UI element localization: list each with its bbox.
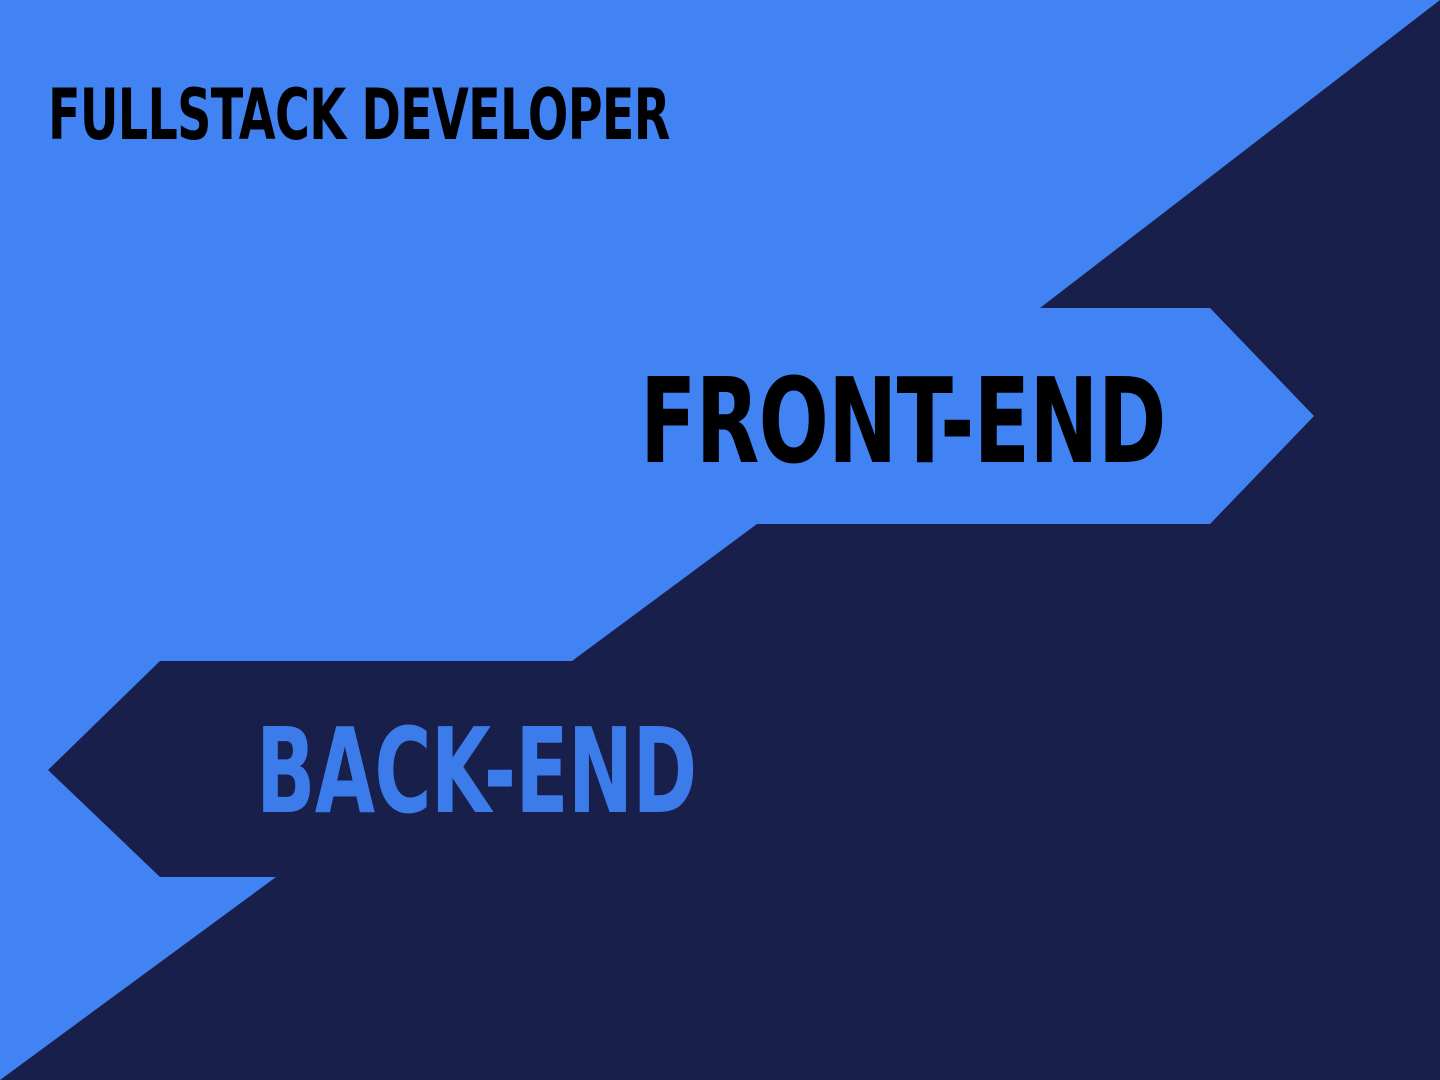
background-graphic xyxy=(0,0,1440,1080)
back-end-label: BACK-END xyxy=(256,702,697,840)
page-title: FULLSTACK DEVELOPER xyxy=(48,74,670,156)
front-end-label: FRONT-END xyxy=(640,352,1166,490)
